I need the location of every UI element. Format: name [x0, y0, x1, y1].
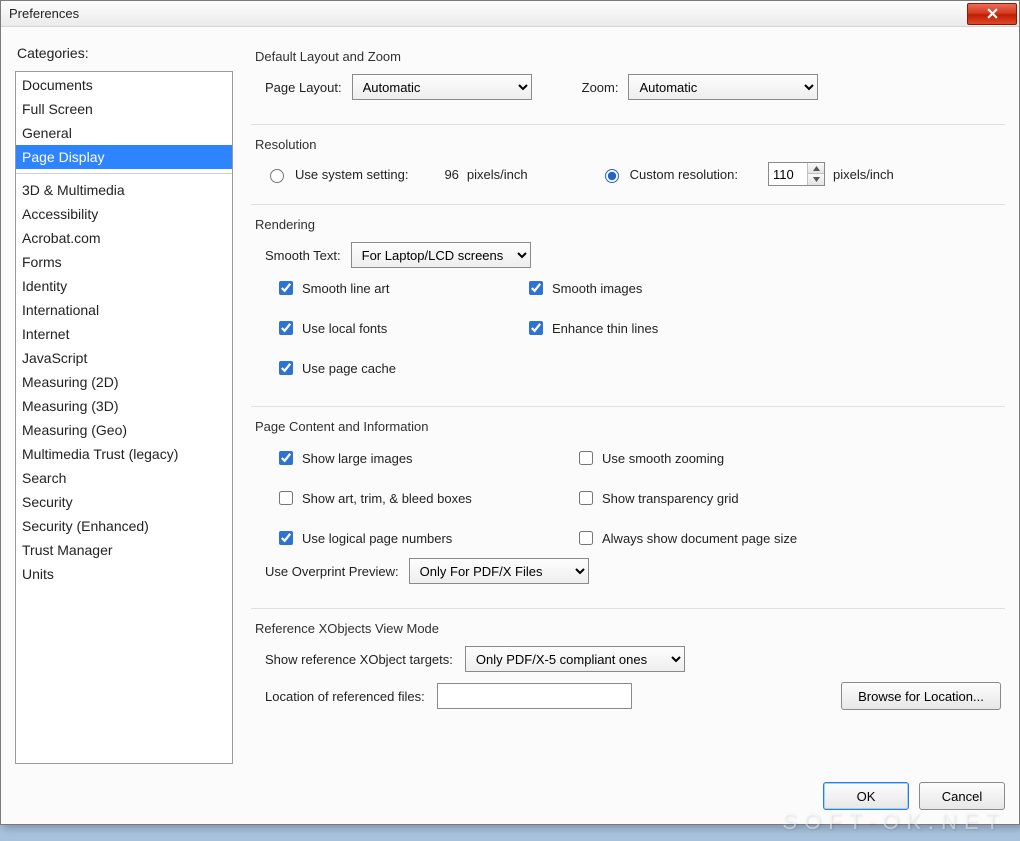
units-label: pixels/inch [467, 167, 528, 182]
browse-location-button[interactable]: Browse for Location... [841, 682, 1001, 710]
category-item[interactable]: Search [16, 466, 232, 490]
group-page-content: Page Content and Information Show large … [251, 406, 1005, 600]
group-title: Page Content and Information [255, 419, 1001, 434]
check-label: Always show document page size [602, 531, 797, 546]
smooth-images-check[interactable] [529, 281, 543, 295]
check-label: Use logical page numbers [302, 531, 452, 546]
categories-list[interactable]: Documents Full Screen General Page Displ… [15, 71, 233, 764]
titlebar: Preferences [1, 1, 1019, 27]
custom-resolution-input[interactable] [769, 163, 807, 185]
category-item[interactable]: Internet [16, 322, 232, 346]
group-xobjects: Reference XObjects View Mode Show refere… [251, 608, 1005, 724]
overprint-preview-label: Use Overprint Preview: [265, 564, 399, 579]
page-layout-label: Page Layout: [265, 80, 342, 95]
dialog-footer: OK Cancel [1, 774, 1019, 824]
dialog-body: Categories: Documents Full Screen Genera… [1, 27, 1019, 774]
check-label: Use page cache [302, 361, 396, 376]
group-title: Rendering [255, 217, 1001, 232]
show-large-images-check[interactable] [279, 451, 293, 465]
category-item[interactable]: 3D & Multimedia [16, 178, 232, 202]
settings-panel: Default Layout and Zoom Page Layout: Aut… [251, 43, 1005, 764]
zoom-label: Zoom: [582, 80, 619, 95]
xobject-targets-label: Show reference XObject targets: [265, 652, 453, 667]
use-logical-page-numbers-check[interactable] [279, 531, 293, 545]
check-label: Show art, trim, & bleed boxes [302, 491, 472, 506]
category-item[interactable]: General [16, 121, 232, 145]
category-separator [16, 173, 232, 174]
categories-panel: Categories: Documents Full Screen Genera… [15, 43, 233, 764]
use-local-fonts-check[interactable] [279, 321, 293, 335]
check-label: Smooth line art [302, 281, 389, 296]
group-title: Default Layout and Zoom [255, 49, 1001, 64]
category-item[interactable]: Identity [16, 274, 232, 298]
overprint-preview-select[interactable]: Only For PDF/X Files [409, 558, 589, 584]
check-label: Enhance thin lines [552, 321, 658, 336]
category-item[interactable]: Documents [16, 73, 232, 97]
show-art-trim-bleed-check[interactable] [279, 491, 293, 505]
category-item[interactable]: Full Screen [16, 97, 232, 121]
check-label: Show large images [302, 451, 413, 466]
show-transparency-grid-check[interactable] [579, 491, 593, 505]
referenced-files-location-input[interactable] [437, 683, 632, 709]
group-layout-zoom: Default Layout and Zoom Page Layout: Aut… [251, 43, 1005, 116]
category-item[interactable]: Forms [16, 250, 232, 274]
close-icon [987, 8, 998, 19]
preferences-dialog: Preferences Categories: Documents Full S… [0, 0, 1020, 825]
category-item[interactable]: Multimedia Trust (legacy) [16, 442, 232, 466]
custom-resolution-spinner[interactable] [768, 162, 825, 186]
smooth-text-label: Smooth Text: [265, 248, 341, 263]
units-label: pixels/inch [833, 167, 894, 182]
category-item[interactable]: JavaScript [16, 346, 232, 370]
close-button[interactable] [967, 3, 1017, 25]
category-item[interactable]: International [16, 298, 232, 322]
check-label: Show transparency grid [602, 491, 739, 506]
window-title: Preferences [9, 6, 79, 21]
category-item[interactable]: Measuring (Geo) [16, 418, 232, 442]
custom-resolution-label: Custom resolution: [630, 167, 738, 182]
use-system-radio[interactable] [270, 169, 284, 183]
category-item[interactable]: Acrobat.com [16, 226, 232, 250]
category-item[interactable]: Measuring (3D) [16, 394, 232, 418]
smooth-text-select[interactable]: For Laptop/LCD screens [351, 242, 531, 268]
spinner-up-button[interactable] [808, 163, 824, 174]
ok-button[interactable]: OK [823, 782, 909, 810]
category-item-selected[interactable]: Page Display [16, 145, 232, 169]
use-system-label: Use system setting: [295, 167, 408, 182]
category-item[interactable]: Trust Manager [16, 538, 232, 562]
group-resolution: Resolution Use system setting: 96 pixels… [251, 124, 1005, 196]
category-item[interactable]: Security (Enhanced) [16, 514, 232, 538]
enhance-thin-lines-check[interactable] [529, 321, 543, 335]
chevron-down-icon [813, 177, 820, 182]
spinner-down-button[interactable] [808, 174, 824, 185]
system-resolution-value: 96 [444, 167, 458, 182]
always-show-doc-page-size-check[interactable] [579, 531, 593, 545]
use-page-cache-check[interactable] [279, 361, 293, 375]
category-item[interactable]: Measuring (2D) [16, 370, 232, 394]
referenced-files-location-label: Location of referenced files: [265, 689, 425, 704]
check-label: Use local fonts [302, 321, 387, 336]
check-label: Smooth images [552, 281, 642, 296]
page-layout-select[interactable]: Automatic [352, 74, 532, 100]
check-label: Use smooth zooming [602, 451, 724, 466]
custom-resolution-radio[interactable] [605, 169, 619, 183]
group-title: Reference XObjects View Mode [255, 621, 1001, 636]
category-item[interactable]: Accessibility [16, 202, 232, 226]
categories-label: Categories: [17, 45, 233, 61]
cancel-button[interactable]: Cancel [919, 782, 1005, 810]
use-smooth-zooming-check[interactable] [579, 451, 593, 465]
chevron-up-icon [813, 166, 820, 171]
group-rendering: Rendering Smooth Text: For Laptop/LCD sc… [251, 204, 1005, 398]
zoom-select[interactable]: Automatic [628, 74, 818, 100]
category-item[interactable]: Units [16, 562, 232, 586]
smooth-line-art-check[interactable] [279, 281, 293, 295]
category-item[interactable]: Security [16, 490, 232, 514]
group-title: Resolution [255, 137, 1001, 152]
xobject-targets-select[interactable]: Only PDF/X-5 compliant ones [465, 646, 685, 672]
